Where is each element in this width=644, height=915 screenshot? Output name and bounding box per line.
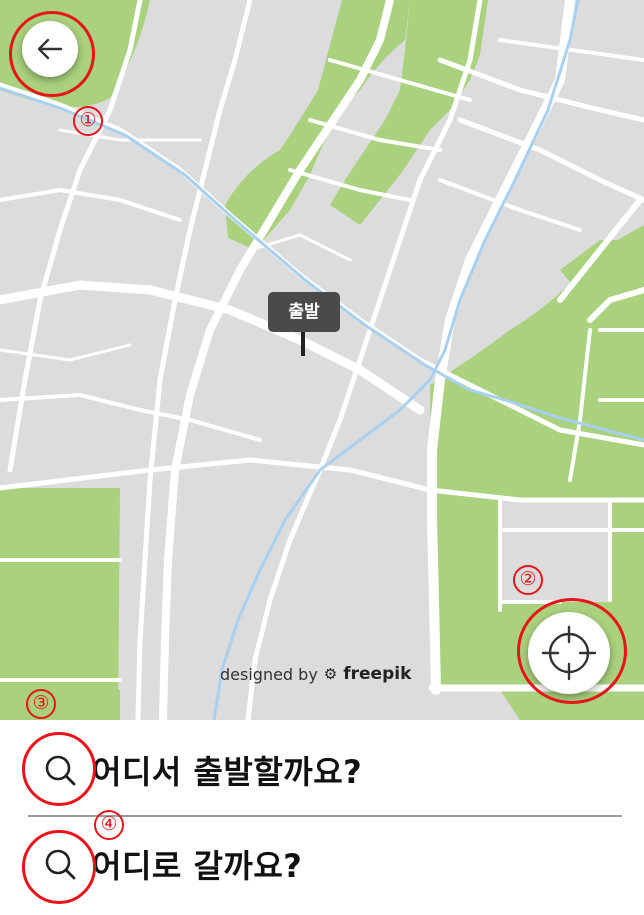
freepik-logo-icon: ⚙ bbox=[323, 665, 338, 683]
search-icon bbox=[45, 849, 76, 880]
origin-search-field[interactable]: 어디서 출발할까요? bbox=[0, 730, 644, 810]
origin-placeholder: 어디서 출발할까요? bbox=[92, 753, 363, 791]
back-button[interactable] bbox=[22, 21, 78, 77]
search-panel: 어디서 출발할까요? 어디로 갈까요? bbox=[0, 720, 644, 915]
crosshair-icon bbox=[541, 625, 597, 681]
search-divider bbox=[28, 815, 622, 817]
map-view[interactable]: 출발 designed by ⚙ freepik bbox=[0, 0, 644, 720]
app-screen: 출발 designed by ⚙ freepik ① ② 어디서 출발할까요? … bbox=[0, 0, 644, 915]
map-credit: designed by ⚙ freepik bbox=[220, 664, 411, 684]
destination-placeholder: 어디로 갈까요? bbox=[92, 847, 303, 885]
search-icon bbox=[45, 755, 76, 786]
map-graphic bbox=[0, 0, 644, 720]
credit-prefix: designed by bbox=[220, 664, 318, 684]
current-location-button[interactable] bbox=[528, 612, 610, 694]
start-marker-label[interactable]: 출발 bbox=[268, 292, 340, 332]
arrow-left-icon bbox=[37, 38, 63, 60]
destination-search-field[interactable]: 어디로 갈까요? bbox=[0, 824, 644, 904]
credit-brand: freepik bbox=[343, 664, 412, 684]
start-marker-pin bbox=[301, 332, 305, 356]
